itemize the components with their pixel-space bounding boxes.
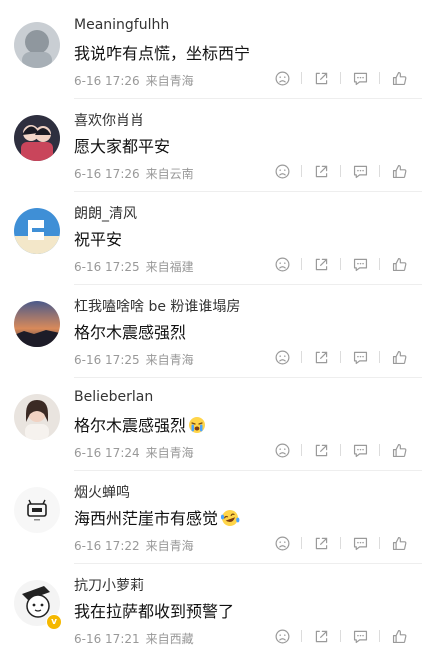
crying-emoji	[188, 416, 206, 438]
action-bar	[272, 440, 409, 460]
comment-date: 6-16 17:26	[74, 167, 140, 181]
comment-text: 我在拉萨都收到预警了	[74, 602, 235, 621]
comment-meta: 6-16 17:22 来自青海	[74, 537, 194, 554]
comment-meta: 6-16 17:26 来自云南	[74, 165, 194, 182]
username[interactable]: Belieberlan	[74, 389, 153, 405]
action-bar	[272, 626, 409, 646]
dislike-icon[interactable]	[272, 440, 292, 460]
comment-date: 6-16 17:25	[74, 353, 140, 367]
comment-item: Meaningfulhh 我说咋有点慌，坐标西宁 6-16 17:26 来自青海	[0, 6, 422, 99]
comment-text: 格尔木震感强烈	[74, 412, 206, 438]
share-icon[interactable]	[311, 161, 331, 181]
like-icon[interactable]	[389, 254, 409, 274]
action-bar	[272, 68, 409, 88]
comment-item: 朗朗_清风 祝平安 6-16 17:25 来自福建	[0, 192, 422, 285]
comment-location: 来自青海	[145, 446, 194, 460]
comment-icon[interactable]	[350, 533, 370, 553]
verified-badge-icon: v	[46, 614, 62, 630]
like-icon[interactable]	[389, 440, 409, 460]
comment-item: 喜欢你肖肖 愿大家都平安 6-16 17:26 来自云南	[0, 99, 422, 192]
dislike-icon[interactable]	[272, 68, 292, 88]
comment-date: 6-16 17:25	[74, 260, 140, 274]
dislike-icon[interactable]	[272, 347, 292, 367]
comment-meta: 6-16 17:26 来自青海	[74, 72, 194, 89]
comment-text-content: 格尔木震感强烈	[74, 416, 187, 435]
like-icon[interactable]	[389, 68, 409, 88]
share-icon[interactable]	[311, 347, 331, 367]
avatar[interactable]	[14, 301, 60, 347]
comment-meta: 6-16 17:25 来自青海	[74, 351, 194, 368]
avatar[interactable]	[14, 487, 60, 533]
comment-item: 烟火蝉鸣 海西州茫崖市有感觉 6-16 17:22 来自青海	[0, 471, 422, 564]
comment-icon[interactable]	[350, 68, 370, 88]
avatar[interactable]	[14, 394, 60, 440]
comment-icon[interactable]	[350, 254, 370, 274]
comment-text: 祝平安	[74, 230, 123, 249]
comment-icon[interactable]	[350, 161, 370, 181]
comment-item: v 抗刀小萝莉 我在拉萨都收到预警了 6-16 17:21 来自西藏	[0, 564, 422, 657]
like-icon[interactable]	[389, 533, 409, 553]
comment-location: 来自福建	[145, 260, 194, 274]
laughing-tears-emoji	[220, 509, 240, 531]
action-bar	[272, 161, 409, 181]
share-icon[interactable]	[311, 440, 331, 460]
avatar[interactable]	[14, 208, 60, 254]
comment-location: 来自青海	[145, 539, 194, 553]
dislike-icon[interactable]	[272, 626, 292, 646]
like-icon[interactable]	[389, 161, 409, 181]
comment-item: 杠我嗑啥啥 be 粉谁谁塌房 格尔木震感强烈 6-16 17:25 来自青海	[0, 285, 422, 378]
username[interactable]: Meaningfulhh	[74, 17, 169, 33]
comment-location: 来自西藏	[145, 632, 194, 646]
comment-date: 6-16 17:24	[74, 446, 140, 460]
action-bar	[272, 347, 409, 367]
action-bar	[272, 254, 409, 274]
comment-date: 6-16 17:21	[74, 632, 140, 646]
username[interactable]: 喜欢你肖肖	[74, 110, 144, 130]
comment-location: 来自云南	[145, 167, 194, 181]
dislike-icon[interactable]	[272, 254, 292, 274]
comment-text: 格尔木震感强烈	[74, 323, 187, 342]
share-icon[interactable]	[311, 68, 331, 88]
like-icon[interactable]	[389, 347, 409, 367]
comment-icon[interactable]	[350, 347, 370, 367]
dislike-icon[interactable]	[272, 533, 292, 553]
comment-icon[interactable]	[350, 626, 370, 646]
username[interactable]: 朗朗_清风	[74, 203, 137, 223]
comment-text: 愿大家都平安	[74, 137, 171, 156]
share-icon[interactable]	[311, 626, 331, 646]
avatar[interactable]	[14, 115, 60, 161]
comment-date: 6-16 17:22	[74, 539, 140, 553]
comment-date: 6-16 17:26	[74, 74, 140, 88]
like-icon[interactable]	[389, 626, 409, 646]
comment-icon[interactable]	[350, 440, 370, 460]
comment-text: 我说咋有点慌，坐标西宁	[74, 44, 251, 63]
share-icon[interactable]	[311, 533, 331, 553]
comment-text-content: 海西州茫崖市有感觉	[74, 509, 219, 528]
action-bar	[272, 533, 409, 553]
comment-item: Belieberlan 格尔木震感强烈 6-16 17:24 来自青海	[0, 378, 422, 471]
username[interactable]: 杠我嗑啥啥 be 粉谁谁塌房	[74, 296, 240, 316]
comment-meta: 6-16 17:21 来自西藏	[74, 630, 194, 647]
share-icon[interactable]	[311, 254, 331, 274]
comment-text: 海西州茫崖市有感觉	[74, 505, 240, 531]
avatar[interactable]	[14, 22, 60, 68]
dislike-icon[interactable]	[272, 161, 292, 181]
comment-meta: 6-16 17:25 来自福建	[74, 258, 194, 275]
username[interactable]: 烟火蝉鸣	[74, 482, 130, 502]
comment-location: 来自青海	[145, 74, 194, 88]
comment-meta: 6-16 17:24 来自青海	[74, 444, 194, 461]
comment-location: 来自青海	[145, 353, 194, 367]
username[interactable]: 抗刀小萝莉	[74, 575, 144, 595]
